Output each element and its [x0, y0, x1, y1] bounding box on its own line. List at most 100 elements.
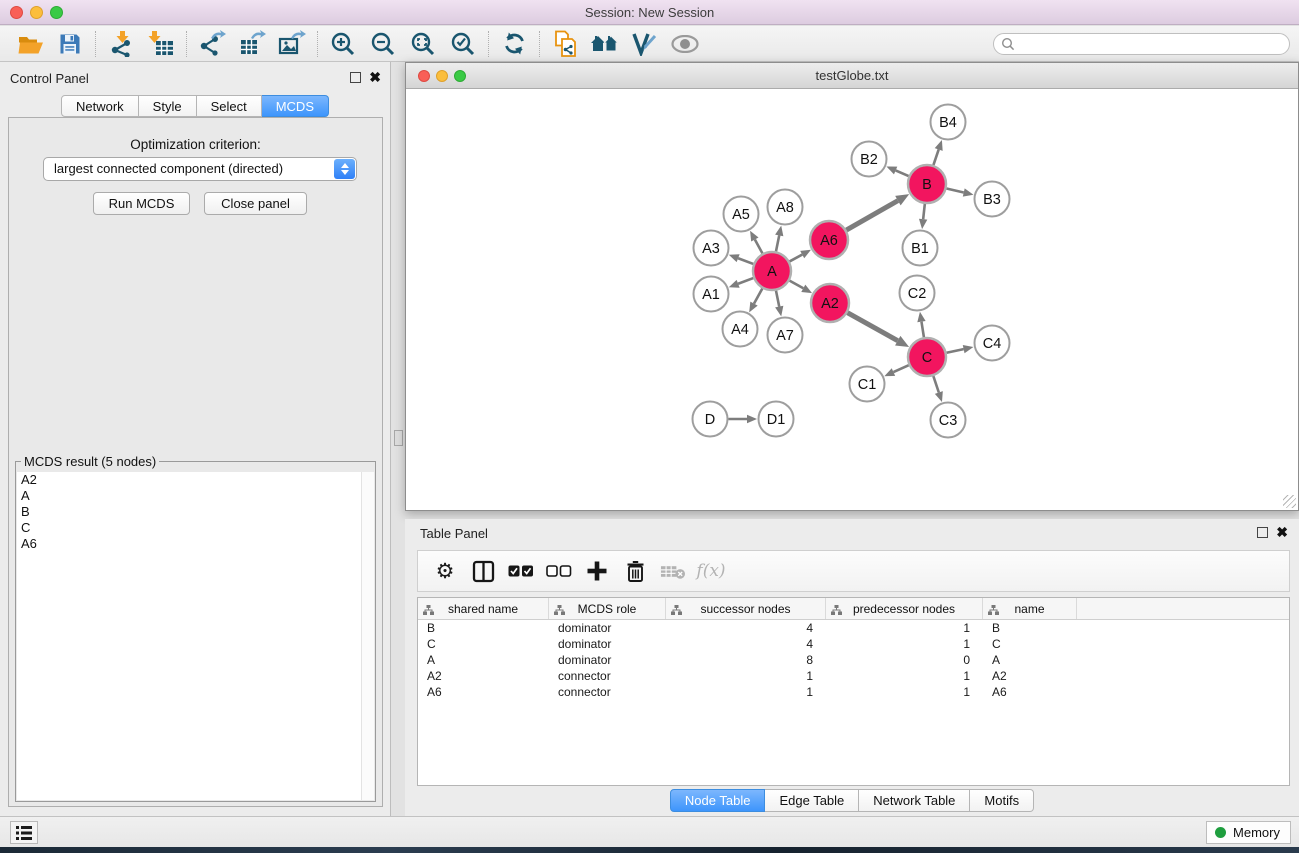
graph-edge-A-A8[interactable]	[776, 235, 779, 251]
graph-node-A5[interactable]: A5	[724, 197, 759, 232]
add-column-button[interactable]	[584, 557, 610, 585]
graph-node-B2[interactable]: B2	[852, 142, 887, 177]
mcds-result-item[interactable]: A	[17, 488, 374, 504]
graph-edge-A-A4[interactable]	[754, 289, 762, 304]
column-header-mcds-role[interactable]: MCDS role	[549, 598, 666, 619]
table-settings-button[interactable]: ⚙	[432, 557, 458, 585]
graph-edge-B-B1[interactable]	[923, 204, 925, 219]
open-file-button[interactable]	[10, 28, 50, 60]
tab-style[interactable]: Style	[139, 95, 197, 117]
column-header-successor-nodes[interactable]: successor nodes	[666, 598, 826, 619]
graph-node-A1[interactable]: A1	[694, 277, 729, 312]
mcds-result-item[interactable]: A6	[17, 536, 374, 552]
tab-node-table[interactable]: Node Table	[670, 789, 766, 812]
graph-edge-A-A2[interactable]	[790, 281, 804, 289]
graph-node-A2[interactable]: A2	[811, 284, 849, 322]
graph-edge-B-B4[interactable]	[933, 149, 938, 165]
export-table-button[interactable]	[232, 28, 272, 60]
mcds-result-item[interactable]: C	[17, 520, 374, 536]
graph-edge-A-A3[interactable]	[738, 258, 753, 264]
mcds-result-item[interactable]: B	[17, 504, 374, 520]
import-network-button[interactable]	[101, 28, 141, 60]
graph-edge-B-B2[interactable]	[896, 170, 909, 176]
clone-network-button[interactable]	[545, 28, 585, 60]
table-row[interactable]: A6connector11A6	[418, 684, 1289, 700]
table-row[interactable]: Adominator80A	[418, 652, 1289, 668]
zoom-fit-button[interactable]	[403, 28, 443, 60]
deselect-all-button[interactable]	[546, 557, 572, 585]
graph-edge-C-C1[interactable]	[893, 365, 908, 372]
graph-node-B[interactable]: B	[908, 165, 946, 203]
graph-node-D[interactable]: D	[693, 402, 728, 437]
network-canvas[interactable]: B4 B2 B B3 A5 A8A6 A3 B1 A A1 C2 A2 A4 A7 C4 C C1 C3 D D1	[406, 90, 1298, 510]
column-header-shared-name[interactable]: shared name	[418, 598, 549, 619]
show-hide-button[interactable]	[665, 28, 705, 60]
graph-edge-A-A5[interactable]	[755, 239, 763, 253]
export-network-button[interactable]	[192, 28, 232, 60]
graph-node-A[interactable]: A	[753, 252, 791, 290]
graph-node-C[interactable]: C	[908, 338, 946, 376]
graph-node-D1[interactable]: D1	[759, 402, 794, 437]
tab-network-table[interactable]: Network Table	[859, 789, 970, 812]
graph-edge-A2-C[interactable]	[847, 313, 897, 341]
graph-node-B1[interactable]: B1	[903, 231, 938, 266]
graph-edge-C-C2[interactable]	[921, 322, 923, 338]
export-image-button[interactable]	[272, 28, 312, 60]
graph-edge-C-C3[interactable]	[933, 376, 939, 393]
import-table-button[interactable]	[141, 28, 181, 60]
graph-node-C3[interactable]: C3	[931, 403, 966, 438]
graph-edge-A-A7[interactable]	[776, 291, 779, 307]
graph-node-C4[interactable]: C4	[975, 326, 1010, 361]
tab-select[interactable]: Select	[197, 95, 262, 117]
table-float-panel-icon[interactable]	[1257, 527, 1268, 538]
window-resize-grip[interactable]	[1283, 495, 1296, 508]
close-panel-icon[interactable]: ✖	[369, 70, 381, 84]
zoom-selected-button[interactable]	[443, 28, 483, 60]
graph-edge-C-C4[interactable]	[947, 349, 964, 353]
graph-node-A7[interactable]: A7	[768, 318, 803, 353]
tab-mcds[interactable]: MCDS	[262, 95, 329, 117]
vizmapper-button[interactable]	[625, 28, 665, 60]
save-session-button[interactable]	[50, 28, 90, 60]
search-input[interactable]	[1015, 37, 1289, 51]
graph-node-A6[interactable]: A6	[810, 221, 848, 259]
panel-divider-grip[interactable]	[394, 430, 403, 446]
refresh-button[interactable]	[494, 28, 534, 60]
zoom-in-button[interactable]	[323, 28, 363, 60]
graph-node-A8[interactable]: A8	[768, 190, 803, 225]
graph-node-A4[interactable]: A4	[723, 312, 758, 347]
criterion-dropdown[interactable]: largest connected component (directed)	[43, 157, 357, 181]
zoom-out-button[interactable]	[363, 28, 403, 60]
graph-node-B3[interactable]: B3	[975, 182, 1010, 217]
delete-column-button[interactable]	[622, 557, 648, 585]
delete-table-button[interactable]	[660, 557, 686, 585]
table-row[interactable]: Bdominator41B	[418, 620, 1289, 636]
mcds-list-scrollbar[interactable]	[361, 472, 374, 800]
graph-node-C2[interactable]: C2	[900, 276, 935, 311]
select-all-button[interactable]	[508, 557, 534, 585]
task-history-button[interactable]	[10, 821, 38, 844]
close-panel-button[interactable]: Close panel	[204, 192, 307, 215]
table-row[interactable]: A2connector11A2	[418, 668, 1289, 684]
graph-edge-B-B3[interactable]	[946, 188, 963, 192]
graph-node-B4[interactable]: B4	[931, 105, 966, 140]
column-header-name[interactable]: name	[983, 598, 1077, 619]
table-row[interactable]: Cdominator41C	[418, 636, 1289, 652]
tab-motifs[interactable]: Motifs	[970, 789, 1034, 812]
show-columns-button[interactable]	[470, 557, 496, 585]
run-mcds-button[interactable]: Run MCDS	[93, 192, 190, 215]
table-close-panel-icon[interactable]: ✖	[1276, 525, 1288, 539]
graph-node-A3[interactable]: A3	[694, 231, 729, 266]
graph-node-C1[interactable]: C1	[850, 367, 885, 402]
graph-edge-A-A6[interactable]	[790, 255, 803, 262]
column-header-predecessor-nodes[interactable]: predecessor nodes	[826, 598, 983, 619]
function-builder-button[interactable]: f(x)	[698, 557, 724, 585]
memory-button[interactable]: Memory	[1206, 821, 1291, 844]
tab-network[interactable]: Network	[61, 95, 139, 117]
home-button[interactable]	[585, 28, 625, 60]
mcds-result-item[interactable]: A2	[17, 472, 374, 488]
tab-edge-table[interactable]: Edge Table	[765, 789, 859, 812]
graph-edge-A6-B[interactable]	[846, 201, 898, 230]
graph-edge-A-A1[interactable]	[738, 278, 753, 284]
float-panel-icon[interactable]	[350, 72, 361, 83]
